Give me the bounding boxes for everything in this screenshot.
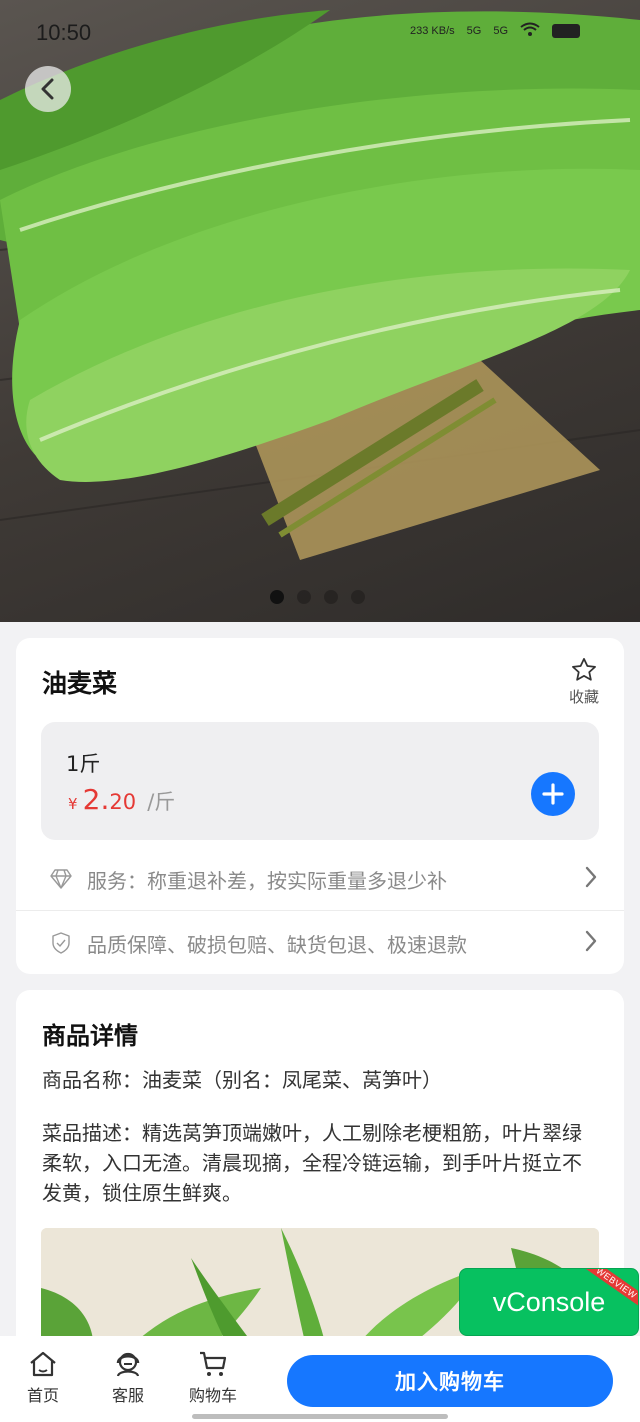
vconsole-button[interactable]: vConsole WEBVIEW (459, 1268, 639, 1336)
home-indicator (192, 1414, 448, 1419)
tab-home[interactable]: 首页 (8, 1350, 78, 1406)
carousel-dot[interactable] (324, 590, 338, 604)
guarantee-text: 品质保障、破损包赔、缺货包退、极速退款 (87, 932, 467, 957)
star-icon (572, 658, 596, 681)
tab-cart[interactable]: 购物车 (178, 1350, 248, 1406)
tab-customer-service[interactable]: 客服 (93, 1350, 163, 1406)
favorite-label: 收藏 (568, 688, 599, 706)
price-decimal: 20 (109, 790, 137, 814)
tab-service-label: 客服 (111, 1386, 144, 1405)
home-icon (30, 1351, 56, 1377)
service-text: 服务：称重退补差，按实际重量多退少补 (87, 868, 447, 893)
divider (16, 910, 624, 911)
add-quantity-button[interactable] (531, 772, 575, 816)
tab-cart-label: 购物车 (188, 1386, 237, 1405)
detail-name-line: 商品名称：油麦菜（别名：凤尾菜、莴笋叶） (42, 1068, 442, 1092)
price-integer: 2. (82, 783, 110, 816)
net-speed: 233 KB/s (410, 24, 455, 37)
product-image-carousel[interactable] (0, 0, 640, 622)
back-button[interactable] (25, 66, 71, 112)
price-unit: /斤 (147, 790, 176, 814)
detail-title: 商品详情 (42, 1022, 138, 1050)
chevron-right-icon (584, 929, 598, 957)
detail-description: 菜品描述：精选莴笋顶端嫩叶，人工剔除老梗粗筋，叶片翠绿柔软，入口无渣。清晨现摘，… (42, 1121, 582, 1205)
vconsole-label: vConsole (492, 1286, 606, 1317)
price: ¥ 2.20 /斤 (68, 783, 175, 816)
product-photo (0, 10, 640, 560)
signal-1: 5G (466, 24, 482, 37)
favorite-button[interactable]: 收藏 (566, 656, 602, 707)
add-to-cart-button[interactable]: 加入购物车 (287, 1355, 613, 1407)
status-time: 10:50 (36, 20, 92, 45)
diamond-icon (49, 869, 73, 889)
cart-icon (200, 1351, 227, 1376)
service-row[interactable]: 服务：称重退补差，按实际重量多退少补 (16, 848, 624, 910)
chevron-right-icon (584, 865, 598, 893)
carousel-dot[interactable] (351, 590, 365, 604)
spec-unit: 1斤 (66, 752, 101, 776)
status-icons: 233 KB/s 5G 5G (410, 22, 581, 39)
guarantee-row[interactable]: 品质保障、破损包赔、缺货包退、极速退款 (16, 912, 624, 974)
shield-check-icon (49, 932, 73, 954)
carousel-indicator (270, 590, 365, 604)
spec-option (41, 722, 599, 840)
plus-icon (542, 783, 564, 805)
battery-icon (552, 23, 581, 38)
price-symbol: ¥ (68, 795, 78, 813)
customer-service-icon (116, 1352, 140, 1377)
carousel-dot[interactable] (270, 590, 284, 604)
tab-home-label: 首页 (26, 1386, 59, 1405)
wifi-icon (520, 22, 540, 39)
product-name: 油麦菜 (42, 669, 118, 698)
chevron-left-icon (41, 78, 54, 100)
signal-2: 5G (493, 24, 509, 37)
carousel-dot[interactable] (297, 590, 311, 604)
